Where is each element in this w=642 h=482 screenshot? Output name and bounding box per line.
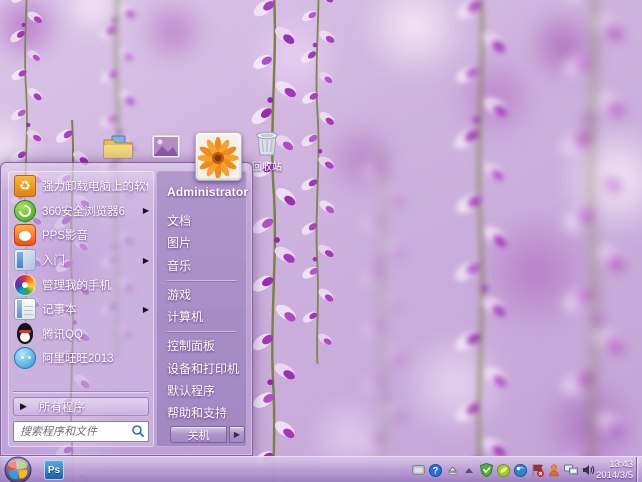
recycle-bin-icon xyxy=(253,128,281,157)
pps-icon xyxy=(14,224,36,246)
browser-360-icon xyxy=(14,200,36,222)
menu-separator xyxy=(167,280,236,281)
menu-item-music[interactable]: 音乐 xyxy=(167,255,246,277)
ball-360-icon[interactable] xyxy=(496,463,510,477)
network-icon[interactable] xyxy=(564,463,578,477)
menu-item-default-programs[interactable]: 默认程序 xyxy=(167,380,246,402)
start-button[interactable] xyxy=(4,456,32,482)
photoshop-icon: Ps xyxy=(48,465,60,476)
menu-item-games[interactable]: 游戏 xyxy=(167,284,246,306)
submenu-arrow-icon: ▶ xyxy=(143,206,149,215)
action-center-flag-icon[interactable] xyxy=(530,463,544,477)
uninstall-icon: ♻ xyxy=(14,175,36,197)
tablet-icon[interactable] xyxy=(411,463,425,477)
menu-item-control-panel[interactable]: 控制面板 xyxy=(167,335,246,357)
menu-item-pictures[interactable]: 图片 xyxy=(167,232,246,254)
search-input[interactable] xyxy=(13,421,149,442)
start-menu: ♻ 强力卸载电脑上的软件 360安全浏览器6 ▶ PPS影音 入门 ▶ xyxy=(0,162,253,456)
user-avatar[interactable] xyxy=(195,132,242,181)
hidden-icons-chevron[interactable] xyxy=(462,463,476,477)
getting-started-icon xyxy=(14,249,36,271)
avatar-flower-icon xyxy=(198,135,239,178)
volume-icon[interactable] xyxy=(581,463,595,477)
program-item-phone-manager[interactable]: 管理我的手机 xyxy=(11,272,151,297)
all-programs-button[interactable]: ▶ 所有程序 xyxy=(13,397,149,416)
search-icon xyxy=(131,424,145,438)
program-item-qq[interactable]: 腾讯QQ xyxy=(11,322,151,347)
all-programs-arrow-icon: ▶ xyxy=(20,401,27,412)
submenu-arrow-icon: ▶ xyxy=(143,305,149,314)
wangwang-icon xyxy=(14,347,36,369)
program-item-360-browser[interactable]: 360安全浏览器6 ▶ xyxy=(11,199,151,224)
show-desktop-button[interactable] xyxy=(636,457,642,482)
shield-360-icon[interactable] xyxy=(479,463,493,477)
taskbar-photoshop-button[interactable]: Ps xyxy=(44,460,64,480)
menu-item-documents[interactable]: 文档 xyxy=(167,210,246,232)
menu-item-help-support[interactable]: 帮助和支持 xyxy=(167,402,246,424)
clock-date: 2014/3/5 xyxy=(596,471,633,482)
recycle-bin-label: 回收站 xyxy=(250,158,284,173)
menu-item-devices-printers[interactable]: 设备和打印机 xyxy=(167,358,246,380)
notepad-icon xyxy=(14,298,36,320)
menu-item-computer[interactable]: 计算机 xyxy=(167,306,246,328)
help-icon[interactable]: ? xyxy=(428,463,442,477)
folder-icon xyxy=(103,134,133,160)
program-item-notepad[interactable]: 记事本 ▶ xyxy=(11,297,151,322)
browser-orb-icon[interactable] xyxy=(513,463,527,477)
desktop: 回收站 ♻ 强力卸载电脑上的软件 360安全浏览器6 ▶ PPS影音 xyxy=(0,0,642,482)
program-item-getting-started[interactable]: 入门 ▶ xyxy=(11,248,151,273)
shutdown-button[interactable]: 关机 xyxy=(170,426,227,443)
program-item-uninstall[interactable]: ♻ 强力卸载电脑上的软件 xyxy=(11,174,151,199)
desktop-icon-folder[interactable] xyxy=(101,134,135,160)
phone-manager-icon xyxy=(14,274,36,296)
start-menu-program-list: ♻ 强力卸载电脑上的软件 360安全浏览器6 ▶ PPS影音 入门 ▶ xyxy=(8,171,154,447)
eject-icon[interactable] xyxy=(445,463,459,477)
program-item-wangwang[interactable]: 阿里旺旺2013 xyxy=(11,346,151,371)
submenu-arrow-icon: ▶ xyxy=(143,256,149,265)
menu-separator xyxy=(167,331,236,332)
user-name[interactable]: Administrator xyxy=(167,185,246,210)
desktop-icon-recycle-bin[interactable]: 回收站 xyxy=(250,128,284,173)
shutdown-options-arrow[interactable]: ▶ xyxy=(229,426,245,443)
all-programs-separator xyxy=(13,392,149,393)
system-tray: ? xyxy=(411,457,595,482)
qq-icon xyxy=(14,323,36,345)
taskbar-clock[interactable]: 13:43 2014/3/5 xyxy=(596,460,633,481)
desktop-icon-image[interactable] xyxy=(149,134,183,159)
svg-text:?: ? xyxy=(432,465,438,475)
clock-time: 13:43 xyxy=(596,460,633,471)
image-file-icon xyxy=(151,134,181,159)
search-box xyxy=(13,421,149,442)
taskbar: Ps ? xyxy=(0,456,642,482)
start-menu-right-panel: Administrator 文档 图片 音乐 游戏 计算机 控制面板 设备和打印… xyxy=(156,171,247,447)
wangwang-tray-icon[interactable] xyxy=(547,463,561,477)
program-item-pps[interactable]: PPS影音 xyxy=(11,223,151,248)
